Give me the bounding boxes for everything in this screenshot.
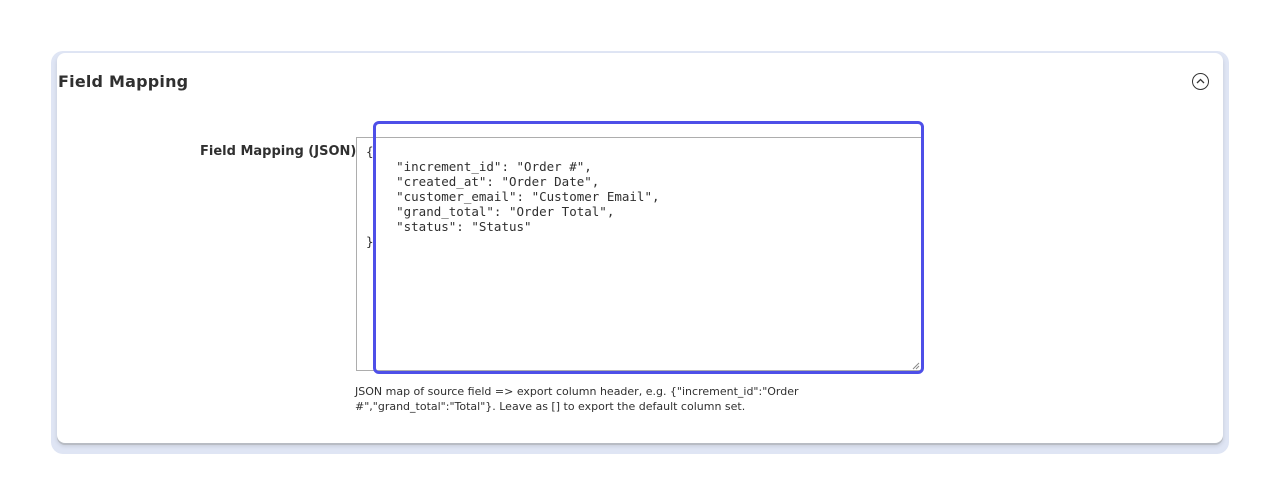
section-title: Field Mapping (58, 72, 189, 91)
field-note: JSON map of source field => export colum… (355, 385, 799, 413)
field-mapping-section: Field Mapping Field Mapping (JSON) { "in… (57, 53, 1223, 443)
collapse-button[interactable] (1192, 73, 1209, 90)
chevron-up-icon (1196, 78, 1205, 84)
field-mapping-textarea[interactable]: { "increment_id": "Order #", "created_at… (356, 137, 922, 371)
field-mapping-label: Field Mapping (JSON) (200, 144, 357, 159)
